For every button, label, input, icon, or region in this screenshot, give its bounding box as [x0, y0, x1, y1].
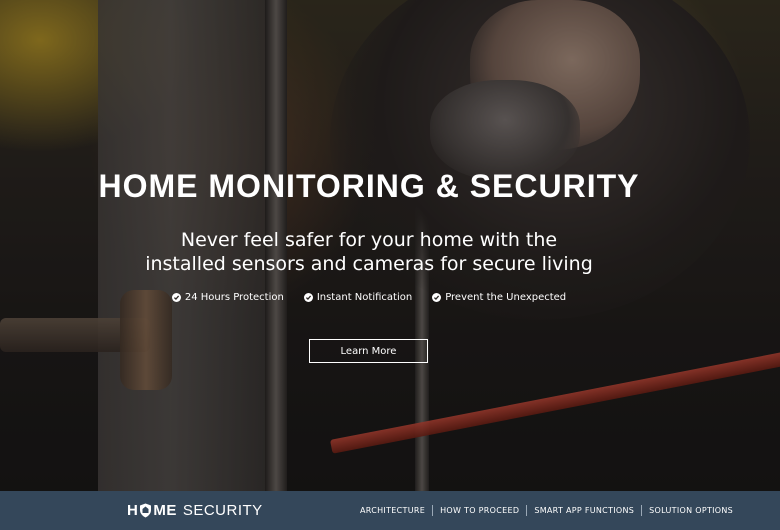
feature-label: Prevent the Unexpected: [445, 292, 567, 303]
nav-item-solution-options[interactable]: SOLUTION OPTIONS: [642, 506, 740, 515]
learn-more-button[interactable]: Learn More: [309, 339, 428, 363]
brand-letter-h: H: [127, 502, 139, 519]
bottom-navbar: H ME SECURITY ARCHITECTURE HOW TO PROCEE…: [0, 491, 780, 530]
check-circle-icon: [171, 293, 181, 302]
brand-letters-me: ME: [153, 502, 177, 519]
feature-label: Instant Notification: [316, 292, 413, 303]
check-circle-icon: [303, 293, 313, 302]
shield-icon: [140, 503, 152, 518]
brand-suffix: SECURITY: [182, 502, 263, 519]
nav-item-architecture[interactable]: ARCHITECTURE: [353, 506, 432, 515]
hero-subheading-line-1: Never feel safer for your home with the: [180, 229, 558, 251]
check-circle-icon: [432, 293, 442, 302]
feature-item: 24 Hours Protection: [171, 292, 284, 303]
feature-label: 24 Hours Protection: [184, 292, 284, 303]
page-title: HOME MONITORING & SECURITY: [98, 168, 640, 204]
feature-item: Prevent the Unexpected: [432, 292, 566, 303]
nav-menu: ARCHITECTURE HOW TO PROCEED SMART APP FU…: [353, 491, 740, 530]
feature-list: 24 Hours Protection Instant Notification…: [0, 292, 738, 303]
nav-item-how-to-proceed[interactable]: HOW TO PROCEED: [433, 506, 526, 515]
hero-subheading-line-2: installed sensors and cameras for secure…: [145, 253, 593, 275]
feature-item: Instant Notification: [303, 292, 413, 303]
hero-subheading: Never feel safer for your home with the …: [0, 228, 738, 276]
nav-item-smart-app-functions[interactable]: SMART APP FUNCTIONS: [527, 506, 641, 515]
brand-wordmark: H ME: [127, 502, 177, 519]
brand-logo[interactable]: H ME SECURITY: [127, 491, 263, 530]
